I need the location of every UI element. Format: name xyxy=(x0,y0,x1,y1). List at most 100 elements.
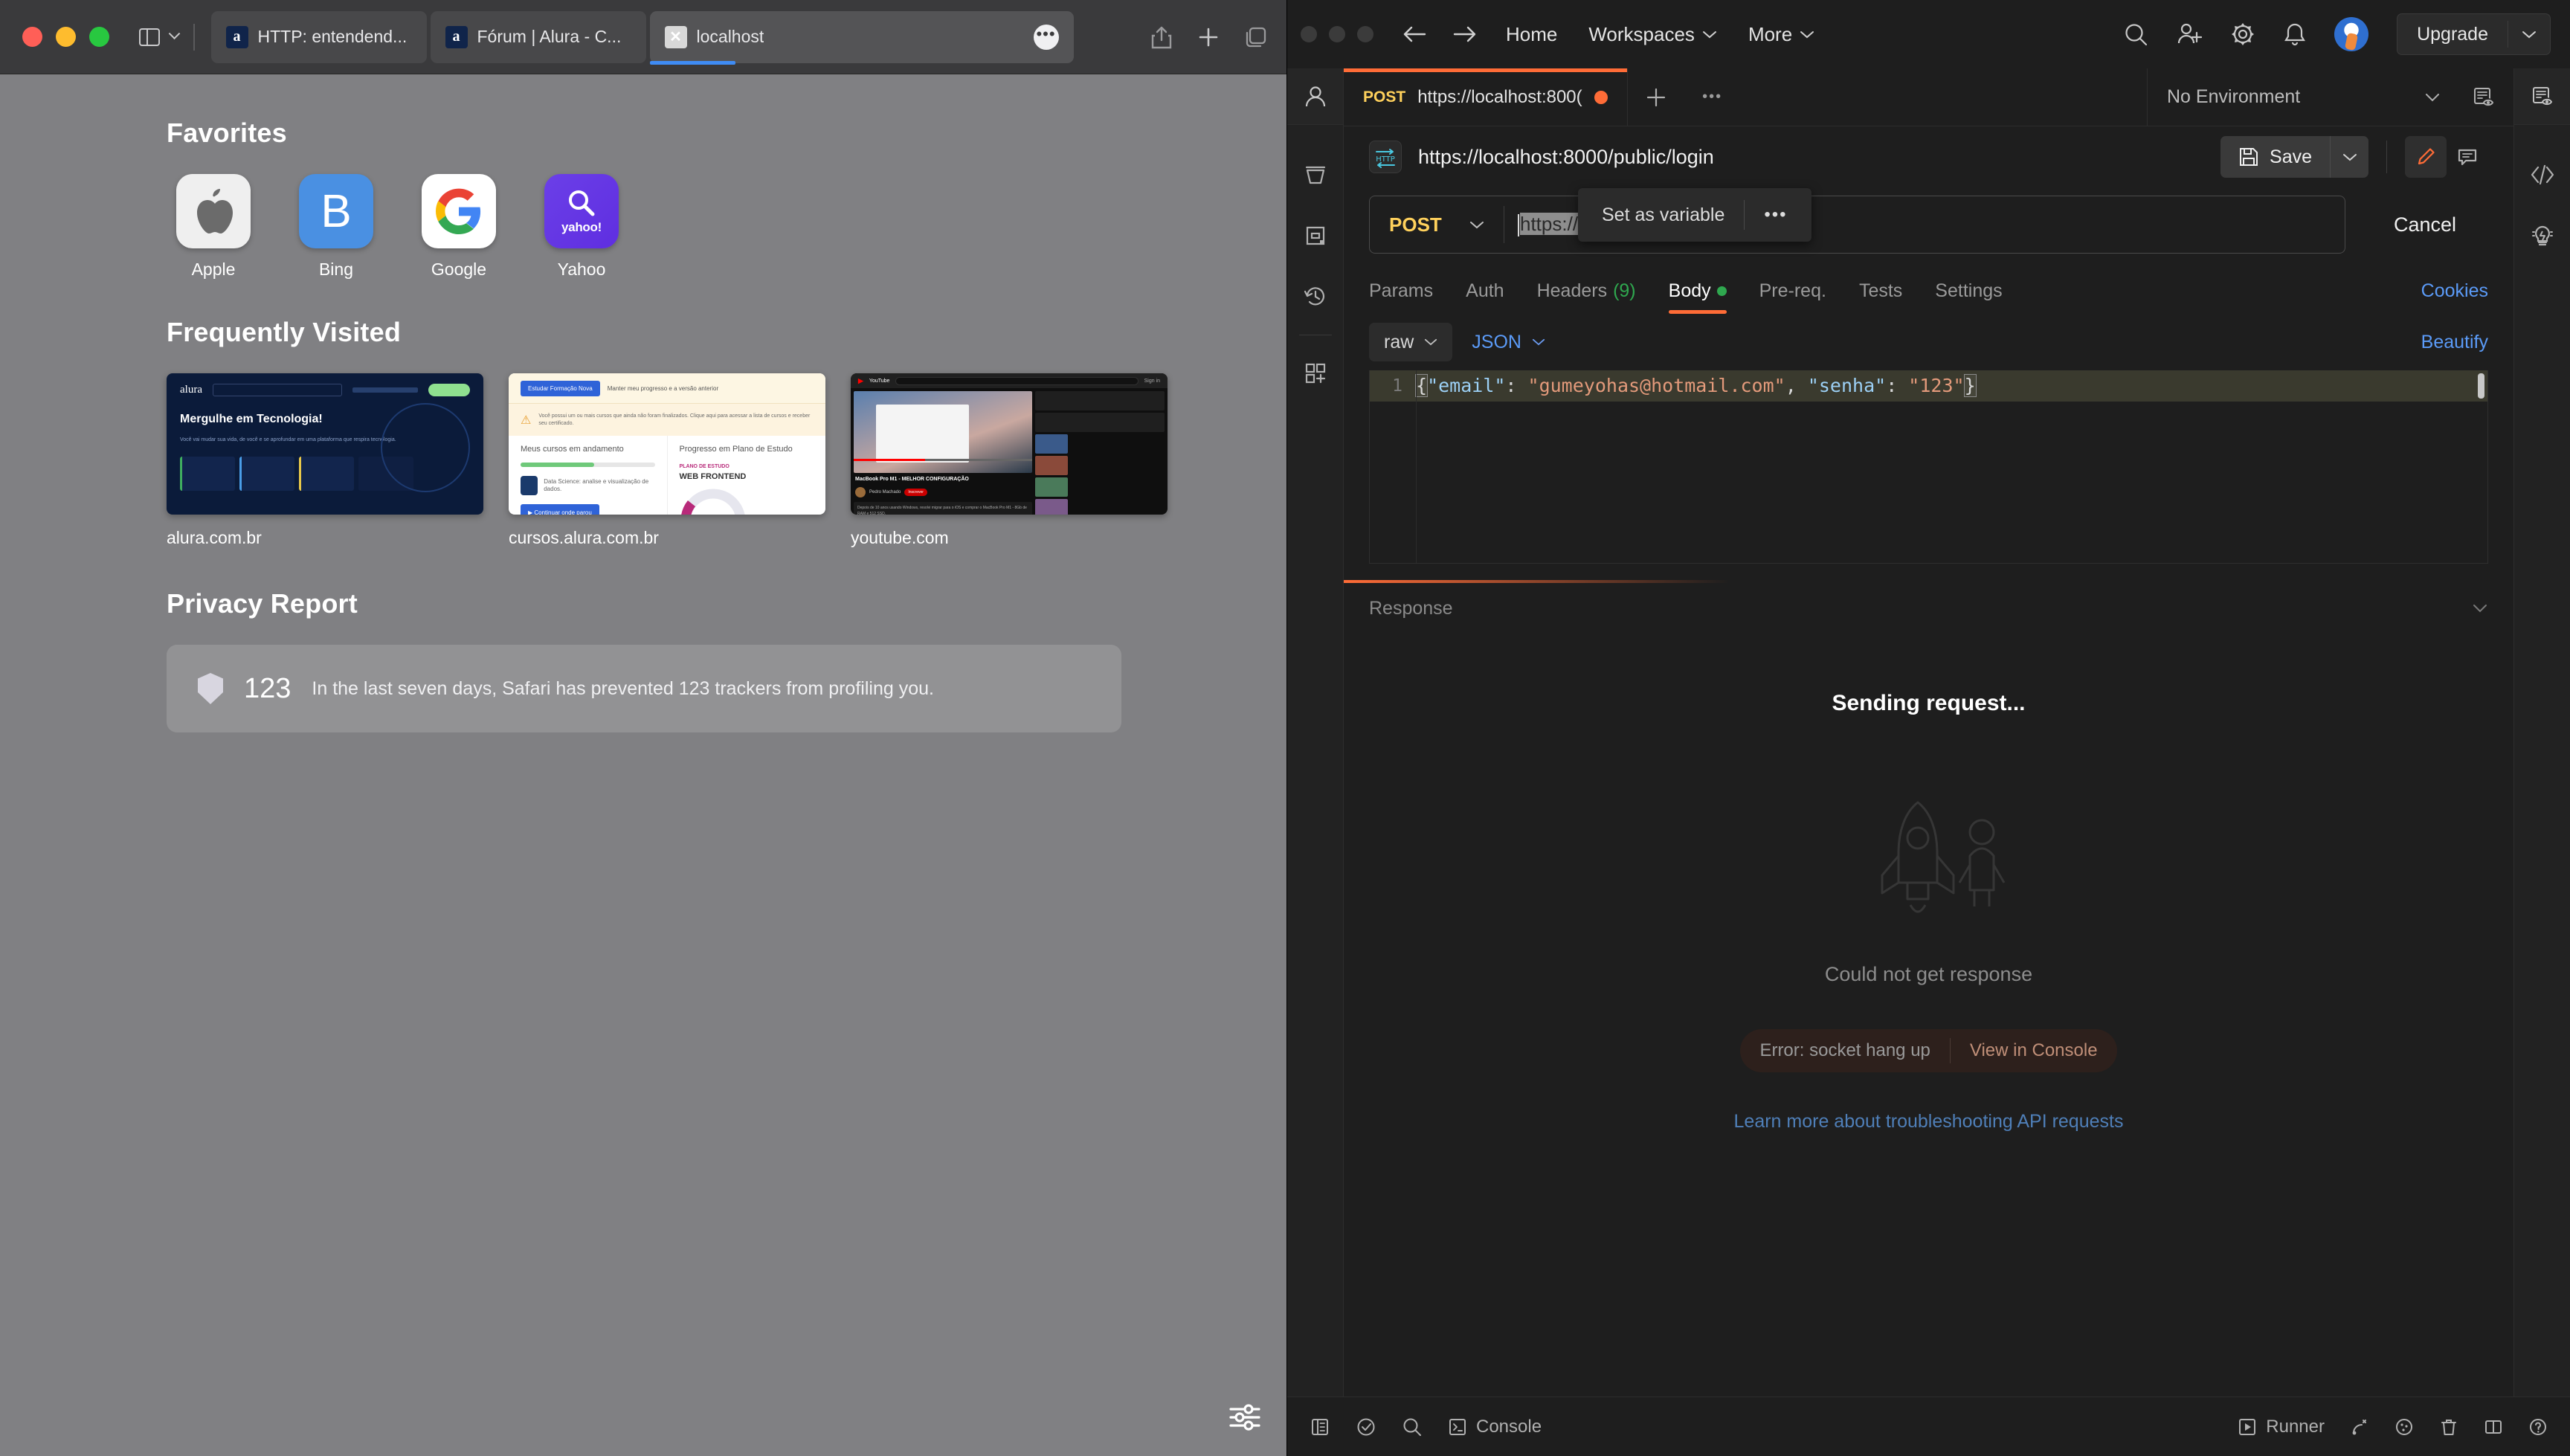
view-in-console-link[interactable]: View in Console xyxy=(1951,1040,2117,1061)
runner-button[interactable]: Runner xyxy=(2238,1417,2325,1437)
arrow-right-icon[interactable] xyxy=(1451,20,1479,48)
favorites-grid: Apple B Bing Google yahoo! Yahoo xyxy=(167,174,1286,280)
eye-environment-icon[interactable] xyxy=(2460,86,2508,109)
documentation-icon[interactable] xyxy=(2514,68,2570,125)
sidebar-toggle-group[interactable] xyxy=(139,28,181,46)
environments-icon[interactable] xyxy=(1287,205,1344,266)
tab-prereq[interactable]: Pre-req. xyxy=(1743,280,1843,314)
pane-splitter[interactable] xyxy=(1344,580,2513,584)
search-icon[interactable] xyxy=(2123,22,2148,47)
postman-window-controls[interactable] xyxy=(1301,26,1373,42)
console-button[interactable]: Console xyxy=(1448,1417,1542,1437)
tooltip-more-icon[interactable]: ••• xyxy=(1745,205,1806,224)
postman-history-nav xyxy=(1400,20,1479,48)
set-as-variable-label[interactable]: Set as variable xyxy=(1582,204,1744,226)
pencil-icon[interactable] xyxy=(2405,136,2447,178)
plus-icon[interactable] xyxy=(1628,68,1684,126)
zoom-window-button[interactable] xyxy=(89,27,109,47)
learn-more-link[interactable]: Learn more about troubleshooting API req… xyxy=(1734,1111,2124,1133)
frequent-site-cursos-alura[interactable]: Estudar Formação Nova Manter meu progres… xyxy=(509,373,825,548)
tab-auth[interactable]: Auth xyxy=(1449,280,1520,314)
two-pane-icon[interactable] xyxy=(2484,1417,2503,1437)
new-app-icon[interactable] xyxy=(1287,343,1344,404)
code-snippet-icon[interactable] xyxy=(2514,144,2570,205)
body-editor[interactable]: 1 {"email": "gumeyohas@hotmail.com", "se… xyxy=(1369,370,2488,564)
menu-home[interactable]: Home xyxy=(1506,23,1557,46)
capture-requests-icon[interactable] xyxy=(2350,1417,2369,1437)
window-traffic-lights[interactable] xyxy=(22,27,109,47)
close-window-button[interactable] xyxy=(1301,26,1317,42)
favorite-bing[interactable]: B Bing xyxy=(289,174,383,280)
set-as-variable-tooltip[interactable]: Set as variable ••• xyxy=(1578,188,1811,242)
favorite-yahoo[interactable]: yahoo! Yahoo xyxy=(535,174,628,280)
favorite-apple[interactable]: Apple xyxy=(167,174,260,280)
search-icon[interactable] xyxy=(1402,1417,1423,1437)
zoom-window-button[interactable] xyxy=(1357,26,1373,42)
editor-scrollbar[interactable] xyxy=(2478,373,2484,399)
request-subtabs: Params Auth Headers (9) Body Pre-req. Tes… xyxy=(1344,262,2513,314)
sidebar-toggle-icon[interactable] xyxy=(1310,1417,1330,1437)
ellipsis-icon[interactable]: ••• xyxy=(1684,68,1741,126)
share-icon[interactable] xyxy=(1151,25,1172,49)
request-tab-bar: POST https://localhost:800( ••• No Envir… xyxy=(1344,68,2513,126)
code-line-1[interactable]: 1 {"email": "gumeyohas@hotmail.com", "se… xyxy=(1370,370,2487,402)
safari-tab-2-title: Fórum | Alura - C... xyxy=(477,27,622,46)
tab-body[interactable]: Body xyxy=(1652,280,1743,314)
frequently-visited-heading: Frequently Visited xyxy=(167,317,402,347)
request-tab-active[interactable]: POST https://localhost:800( xyxy=(1344,68,1628,126)
close-window-button[interactable] xyxy=(22,27,42,47)
beautify-button[interactable]: Beautify xyxy=(2421,332,2488,353)
bell-icon[interactable] xyxy=(2284,22,2306,47)
body-format-selector[interactable]: JSON xyxy=(1472,332,1545,353)
chevron-down-icon[interactable] xyxy=(2472,603,2488,613)
menu-workspaces[interactable]: Workspaces xyxy=(1588,23,1717,46)
menu-more[interactable]: More xyxy=(1748,23,1814,46)
collections-icon[interactable] xyxy=(1287,144,1344,205)
cookies-link[interactable]: Cookies xyxy=(2421,280,2488,314)
floppy-disk-icon xyxy=(2240,148,2258,166)
tab-settings[interactable]: Settings xyxy=(1919,280,2018,314)
upgrade-button[interactable]: Upgrade xyxy=(2397,13,2551,55)
save-button[interactable]: Save xyxy=(2220,136,2330,178)
environment-selector[interactable]: No Environment xyxy=(2148,86,2460,108)
minimize-window-button[interactable] xyxy=(1329,26,1345,42)
tab-tests[interactable]: Tests xyxy=(1843,280,1919,314)
method-selector[interactable]: POST xyxy=(1370,213,1504,236)
favorite-google[interactable]: Google xyxy=(412,174,506,280)
checkmark-circle-icon[interactable] xyxy=(1356,1417,1376,1437)
save-options-button[interactable] xyxy=(2330,136,2368,178)
chevron-down-icon[interactable] xyxy=(2508,30,2550,39)
safari-tab-1[interactable]: a HTTP: entendend... xyxy=(210,10,427,63)
safari-tab-1-title: HTTP: entendend... xyxy=(257,27,408,46)
trash-icon[interactable] xyxy=(2439,1417,2458,1437)
invite-user-icon[interactable] xyxy=(2177,22,2203,47)
minimize-window-button[interactable] xyxy=(56,27,76,47)
tab-headers[interactable]: Headers (9) xyxy=(1521,280,1652,314)
privacy-report-text: In the last seven days, Safari has preve… xyxy=(312,677,934,699)
body-mode-selector[interactable]: raw xyxy=(1369,323,1453,361)
gear-icon[interactable] xyxy=(2230,22,2255,47)
console-label: Console xyxy=(1476,1416,1542,1437)
sidebar-icon[interactable] xyxy=(139,28,160,46)
arrow-left-icon[interactable] xyxy=(1400,20,1429,48)
cookies-icon[interactable] xyxy=(2395,1417,2414,1437)
help-icon[interactable] xyxy=(2528,1417,2548,1437)
safari-tab-3[interactable]: ✕ localhost ••• xyxy=(649,10,1074,65)
cancel-button[interactable]: Cancel xyxy=(2362,213,2488,236)
frequent-site-alura[interactable]: alura Mergulhe em Tecnologia! Você vai m… xyxy=(167,373,483,548)
new-tab-icon[interactable] xyxy=(1197,26,1220,48)
safari-tab-2[interactable]: a Fórum | Alura - C... xyxy=(430,10,646,63)
chevron-down-icon[interactable] xyxy=(168,28,181,40)
divider xyxy=(2386,141,2387,173)
comment-icon[interactable] xyxy=(2447,136,2488,178)
tab-overview-icon[interactable] xyxy=(1245,26,1267,48)
tab-more-icon[interactable]: ••• xyxy=(1033,24,1059,50)
profile-icon[interactable] xyxy=(1287,68,1343,125)
privacy-report-card[interactable]: 123 In the last seven days, Safari has p… xyxy=(167,645,1121,732)
tab-params[interactable]: Params xyxy=(1369,280,1449,314)
sliders-icon[interactable] xyxy=(1226,1398,1264,1437)
frequent-site-youtube[interactable]: ▶ YouTube Sign in MacBook Pro M1 - MELHO… xyxy=(851,373,1168,548)
user-avatar[interactable] xyxy=(2334,17,2369,51)
history-icon[interactable] xyxy=(1287,266,1344,327)
info-lightbulb-icon[interactable] xyxy=(2514,205,2570,266)
